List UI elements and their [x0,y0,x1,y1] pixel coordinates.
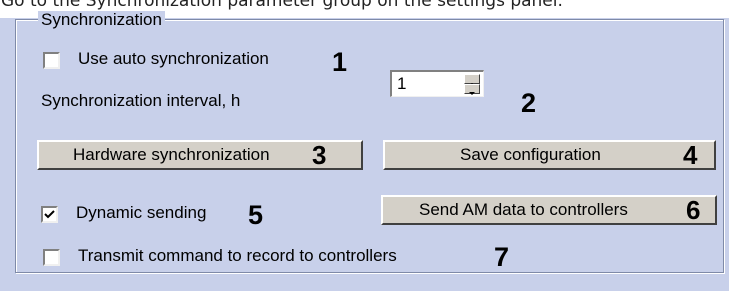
checkmark-icon [44,210,55,219]
synchronization-group: Synchronization Use auto synchronization… [15,11,724,273]
dynamic-sending-label: Dynamic sending [76,203,207,222]
save-config-button[interactable]: Save configuration 4 [383,140,716,170]
marker-4: 4 [683,140,698,170]
interval-value: 1 [397,74,407,93]
spin-down-button[interactable] [464,84,480,95]
settings-panel: Synchronization Use auto synchronization… [0,11,729,291]
interval-label: Synchronization interval, h [41,91,241,110]
marker-7: 7 [494,242,510,272]
spin-down-arrow-icon [469,92,475,95]
save-config-label: Save configuration [460,145,601,164]
send-am-data-button[interactable]: Send AM data to controllers 6 [381,195,717,225]
marker-3: 3 [312,140,327,170]
spin-up-button[interactable] [464,74,480,86]
hardware-sync-label: Hardware synchronization [73,145,270,164]
hardware-sync-button[interactable]: Hardware synchronization 3 [37,140,363,170]
marker-1: 1 [332,47,348,77]
transmit-record-checkbox[interactable] [43,249,60,266]
interval-spin-input[interactable]: 1 [390,70,484,97]
dynamic-sending-checkbox[interactable] [41,206,58,223]
interval-spinner[interactable] [464,74,480,95]
marker-6: 6 [686,195,701,225]
send-am-data-label: Send AM data to controllers [419,200,628,219]
auto-sync-label: Use auto synchronization [78,49,269,68]
group-title: Synchronization [38,11,165,29]
transmit-record-label: Transmit command to record to controller… [78,246,397,265]
marker-5: 5 [248,200,264,230]
auto-sync-checkbox[interactable] [43,52,60,69]
marker-2: 2 [521,88,537,118]
